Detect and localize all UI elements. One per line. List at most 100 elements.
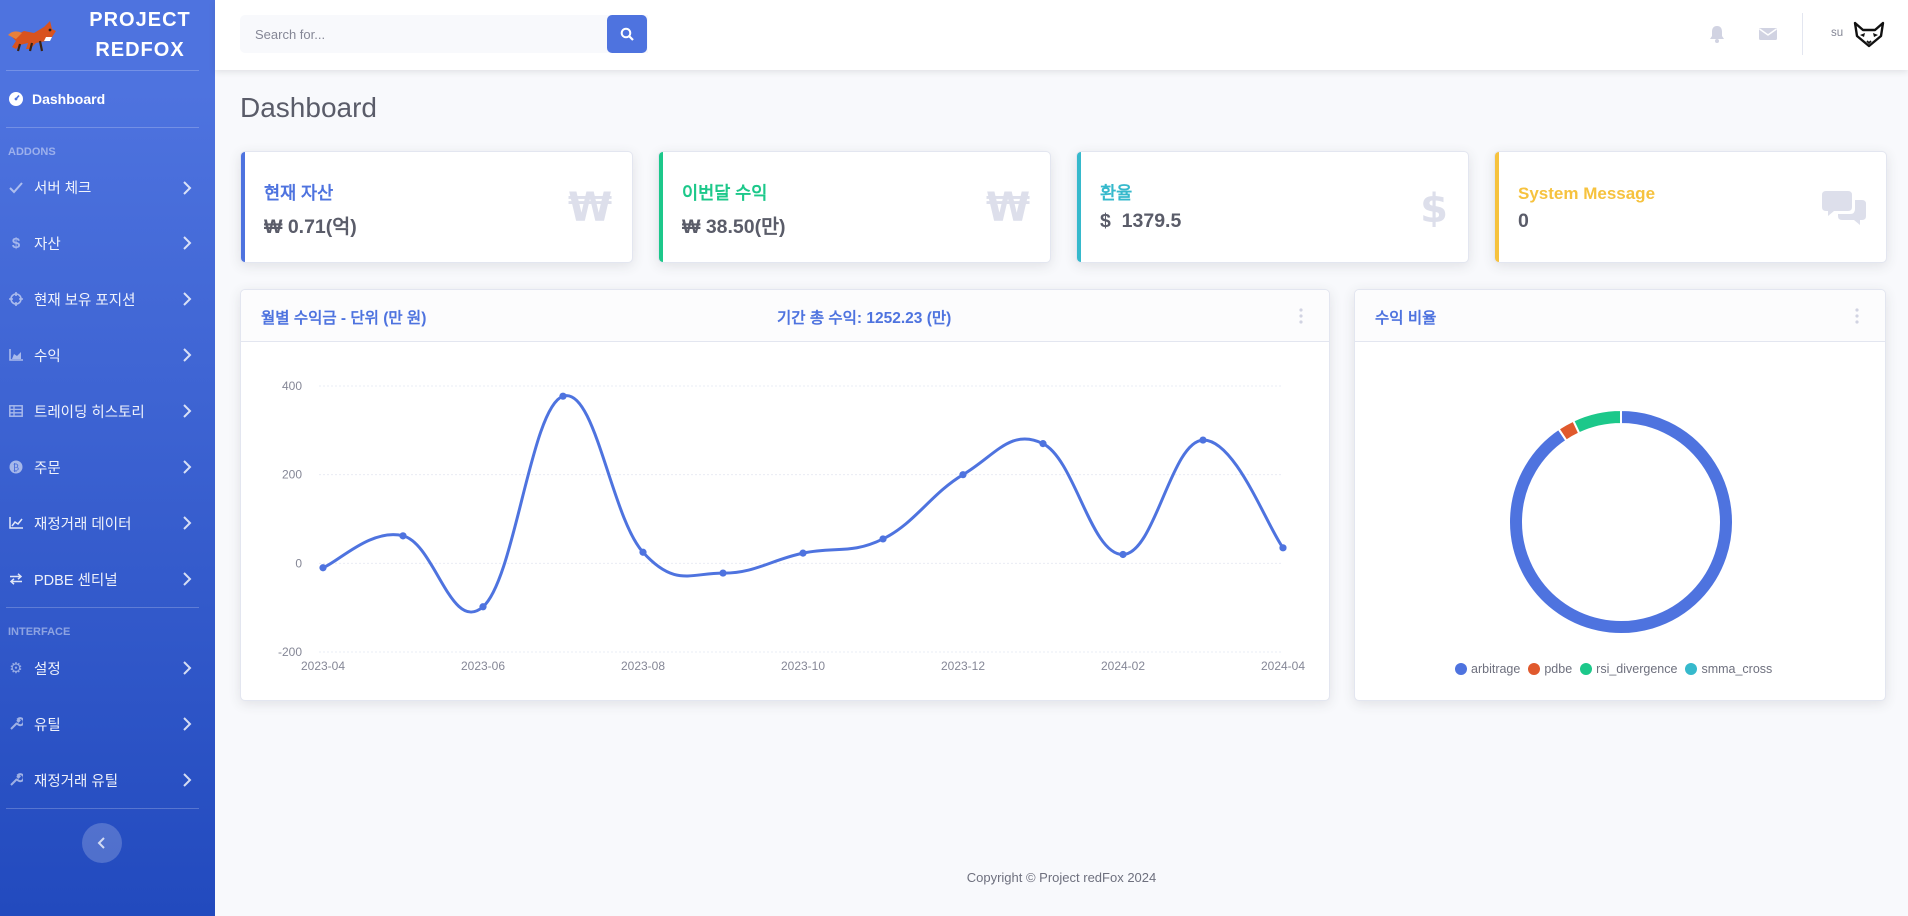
svg-text:₩: ₩ <box>986 187 1030 227</box>
stat-value: ₩ 0.71(억) <box>264 216 357 238</box>
chevron-right-icon <box>183 516 192 530</box>
wrench-icon <box>8 772 24 788</box>
brand[interactable]: PROJECT REDFOX <box>0 0 215 70</box>
data-point[interactable] <box>639 548 647 556</box>
check-icon <box>8 180 24 196</box>
sidebar-item-label: 트레이딩 히스토리 <box>34 404 145 421</box>
card-title: 월별 수익금 - 단위 (만 원) <box>261 310 427 327</box>
stat-value: 0 <box>1518 210 1529 232</box>
legend-item[interactable]: rsi_divergence <box>1580 662 1677 676</box>
sidebar-item-assets[interactable]: $ 자산 <box>0 215 215 271</box>
legend-swatch <box>1455 663 1467 675</box>
crosshairs-icon <box>8 291 24 307</box>
sidebar-item-arbitrage-data[interactable]: 재정거래 데이터 <box>0 495 215 551</box>
more-vertical-icon[interactable] <box>1299 308 1303 324</box>
sidebar-item-pdbe-sentinel[interactable]: PDBE 센티널 <box>0 551 215 607</box>
sidebar-heading-interface: INTERFACE <box>8 626 71 638</box>
data-point[interactable] <box>399 532 407 540</box>
sidebar-item-profit[interactable]: 수익 <box>0 327 215 383</box>
sidebar-item-server-check[interactable]: 서버 체크 <box>0 160 215 215</box>
sidebar-item-positions[interactable]: 현재 보유 포지션 <box>0 271 215 327</box>
data-point[interactable] <box>1119 550 1127 559</box>
stat-accent-bar <box>1495 152 1499 262</box>
sidebar-item-settings[interactable]: ⚙ 설정 <box>0 640 215 696</box>
data-point[interactable] <box>1279 544 1287 552</box>
dollar-icon: $ <box>1420 187 1448 227</box>
topbar-divider <box>1802 13 1803 55</box>
sidebar-item-trading-history[interactable]: 트레이딩 히스토리 <box>0 383 215 439</box>
search-button[interactable] <box>607 15 647 53</box>
y-tick-label: 200 <box>282 468 302 482</box>
sidebar-item-label: 자산 <box>34 236 61 253</box>
total-profit-label: 기간 총 수익: 1252.23 (만) <box>777 310 952 327</box>
chevron-right-icon <box>183 348 192 362</box>
stat-label: System Message <box>1518 184 1656 203</box>
data-point[interactable] <box>879 535 887 543</box>
card-header: 수익 비율 <box>1355 290 1885 342</box>
envelope-icon[interactable] <box>1758 24 1778 44</box>
data-point[interactable] <box>319 564 327 572</box>
data-point[interactable] <box>719 569 727 577</box>
stat-card-monthly-profit: 이번달 수익 ₩ 38.50(만) ₩ <box>658 151 1051 263</box>
tachometer-icon <box>9 92 23 106</box>
sidebar-divider <box>6 808 199 809</box>
chevron-left-icon <box>97 837 105 849</box>
monthly-profit-card: 월별 수익금 - 단위 (만 원) 기간 총 수익: 1252.23 (만) 4… <box>240 289 1330 701</box>
won-icon: ₩ <box>986 187 1030 227</box>
data-point[interactable] <box>799 549 807 557</box>
bell-icon[interactable] <box>1707 24 1727 44</box>
donut-legend: arbitrage pdbe rsi_divergence smma_cross <box>1455 662 1772 676</box>
stat-accent-bar <box>1077 152 1081 262</box>
more-vertical-icon[interactable] <box>1855 308 1859 324</box>
donut-slice[interactable] <box>1571 408 1622 435</box>
stat-card-exchange-rate: 환율 $ 1379.5 $ <box>1076 151 1469 263</box>
wrench-icon <box>8 716 24 732</box>
chevron-right-icon <box>183 717 192 731</box>
search-icon <box>620 27 634 41</box>
card-title: 수익 비율 <box>1375 310 1437 327</box>
search-input[interactable] <box>240 15 648 53</box>
data-point[interactable] <box>559 392 567 400</box>
stat-label: 환율 <box>1100 183 1133 203</box>
search-box <box>240 15 648 53</box>
sidebar-item-utils[interactable]: 유틸 <box>0 696 215 752</box>
x-tick-label: 2024-02 <box>1101 659 1145 673</box>
legend-item[interactable]: arbitrage <box>1455 662 1520 676</box>
chevron-right-icon <box>183 773 192 787</box>
series-line <box>322 394 1285 614</box>
sidebar-item-label: PDBE 센티널 <box>34 572 118 589</box>
chevron-right-icon <box>183 292 192 306</box>
legend-item[interactable]: smma_cross <box>1685 662 1772 676</box>
sidebar-item-label: Dashboard <box>32 91 106 107</box>
stat-label: 이번달 수익 <box>682 183 768 203</box>
chevron-right-icon <box>183 572 192 586</box>
stat-card-current-assets: 현재 자산 ₩ 0.71(억) ₩ <box>240 151 633 263</box>
data-point[interactable] <box>1039 440 1047 448</box>
footer-copyright: Copyright © Project redFox 2024 <box>966 870 1157 885</box>
area-chart-icon <box>8 347 24 363</box>
sidebar-item-orders[interactable]: ₿ 주문 <box>0 439 215 495</box>
legend-item[interactable]: pdbe <box>1528 662 1572 676</box>
fox-avatar-icon[interactable] <box>1852 20 1886 48</box>
y-tick-label: 400 <box>282 379 302 393</box>
sidebar-item-dashboard[interactable]: Dashboard <box>0 71 215 127</box>
x-tick-label: 2023-12 <box>941 659 985 673</box>
stat-accent-bar <box>659 152 663 262</box>
dollar-icon: $ <box>11 234 21 252</box>
chevron-right-icon <box>183 181 192 195</box>
exchange-icon <box>8 571 24 587</box>
data-point[interactable] <box>1199 436 1207 444</box>
sidebar-toggle-button[interactable] <box>82 823 122 863</box>
sidebar-item-label: 설정 <box>34 661 61 678</box>
chevron-right-icon <box>183 236 192 250</box>
donut-slice[interactable] <box>1508 408 1734 635</box>
legend-swatch <box>1580 663 1593 675</box>
sidebar-item-label: 현재 보유 포지션 <box>34 292 136 309</box>
user-name[interactable]: su <box>1831 27 1843 39</box>
page-title: Dashboard <box>240 92 377 123</box>
sidebar-item-arbitrage-utils[interactable]: 재정거래 유틸 <box>0 752 215 808</box>
data-point[interactable] <box>959 471 967 479</box>
data-point[interactable] <box>479 603 487 611</box>
x-tick-label: 2023-10 <box>781 659 825 673</box>
stat-label: 현재 자산 <box>264 183 334 203</box>
